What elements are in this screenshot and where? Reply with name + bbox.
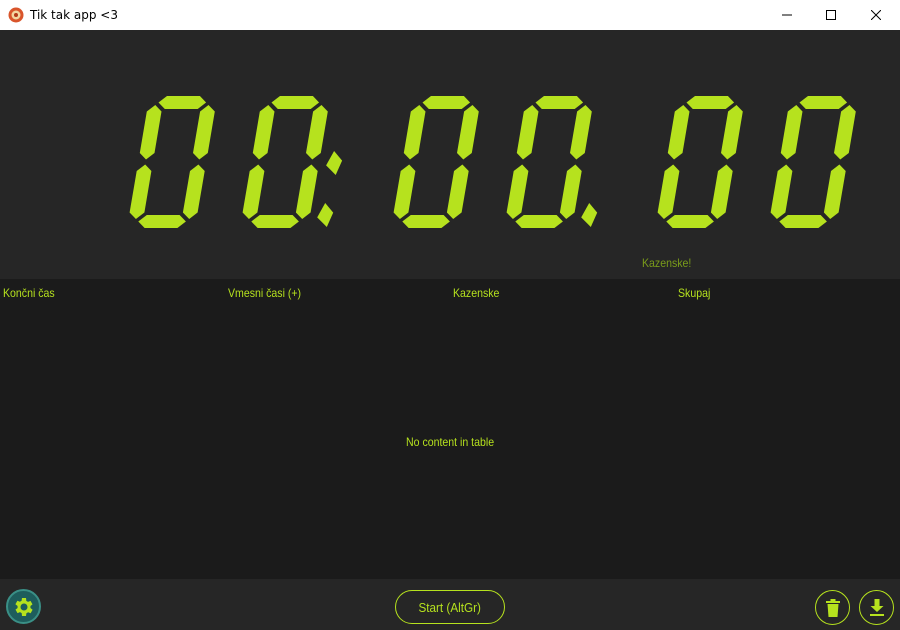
column-header-penalties[interactable]: Kazenske — [453, 286, 499, 300]
digit-segment — [506, 164, 529, 219]
empty-table-message: No content in table — [405, 435, 495, 449]
stopwatch-display — [129, 96, 856, 228]
clock-panel: Kazenske! — [0, 30, 900, 279]
digit-segment — [422, 96, 471, 109]
trash-icon — [825, 598, 840, 617]
digit-segment — [252, 105, 275, 160]
results-table: Končni čas Vmesni časi (+) Kazenske Skup… — [0, 279, 900, 579]
digit-segment — [710, 164, 733, 219]
digit-segment — [242, 164, 265, 219]
column-header-split-times[interactable]: Vmesni časi (+) — [228, 286, 301, 300]
colon-dot — [317, 203, 334, 227]
digit-segment — [138, 215, 186, 228]
close-button[interactable] — [853, 0, 899, 30]
digit-segment — [139, 105, 162, 160]
digit-segment — [393, 164, 416, 219]
start-button[interactable]: Start (AltGr) — [395, 590, 505, 624]
digit-segment — [666, 215, 714, 228]
digit-segment — [403, 105, 426, 160]
digit-segment — [516, 105, 539, 160]
column-header-total[interactable]: Skupaj — [678, 286, 710, 300]
digit-segment — [271, 96, 320, 109]
decimal-dot — [581, 203, 598, 227]
digit-segment — [193, 105, 215, 160]
digit-segment — [779, 215, 827, 228]
maximize-button[interactable] — [808, 0, 854, 30]
maximize-icon — [826, 10, 836, 20]
digit-segment — [570, 105, 592, 160]
clock-digit — [393, 96, 479, 228]
digit-segment — [770, 164, 793, 219]
digit-segment — [799, 96, 848, 109]
digit-segment — [158, 96, 207, 109]
digit-segment — [515, 215, 563, 228]
digit-segment — [657, 164, 680, 219]
minimize-icon — [782, 14, 792, 16]
gear-icon — [14, 597, 33, 616]
digit-segment — [251, 215, 299, 228]
digit-segment — [686, 96, 735, 109]
digit-segment — [295, 164, 318, 219]
digit-segment — [446, 164, 469, 219]
colon-dot — [326, 151, 343, 175]
settings-button[interactable] — [6, 589, 41, 624]
clock-digit — [506, 96, 592, 228]
clock-digit — [657, 96, 743, 228]
clock-digit — [242, 96, 328, 228]
close-icon — [871, 10, 881, 20]
download-button[interactable] — [859, 590, 894, 625]
clock-digit — [129, 96, 215, 228]
digit-segment — [182, 164, 205, 219]
digit-segment — [559, 164, 582, 219]
digit-segment — [834, 105, 856, 160]
minimize-button[interactable] — [764, 0, 810, 30]
digit-segment — [306, 105, 328, 160]
column-header-final-time[interactable]: Končni čas — [3, 286, 55, 300]
digit-segment — [780, 105, 803, 160]
title-bar: Tik tak app <3 — [0, 0, 900, 30]
penalty-label: Kazenske! — [642, 256, 692, 270]
digit-segment — [721, 105, 743, 160]
digit-segment — [402, 215, 450, 228]
digit-segment — [535, 96, 584, 109]
clock-digit — [770, 96, 856, 228]
bottom-toolbar: Start (AltGr) — [0, 579, 900, 630]
window-title: Tik tak app <3 — [30, 8, 118, 22]
app-icon — [8, 7, 24, 23]
delete-button[interactable] — [815, 590, 850, 625]
digit-segment — [667, 105, 690, 160]
digit-segment — [129, 164, 152, 219]
digit-segment — [823, 164, 846, 219]
digit-segment — [457, 105, 479, 160]
download-icon — [869, 599, 884, 616]
